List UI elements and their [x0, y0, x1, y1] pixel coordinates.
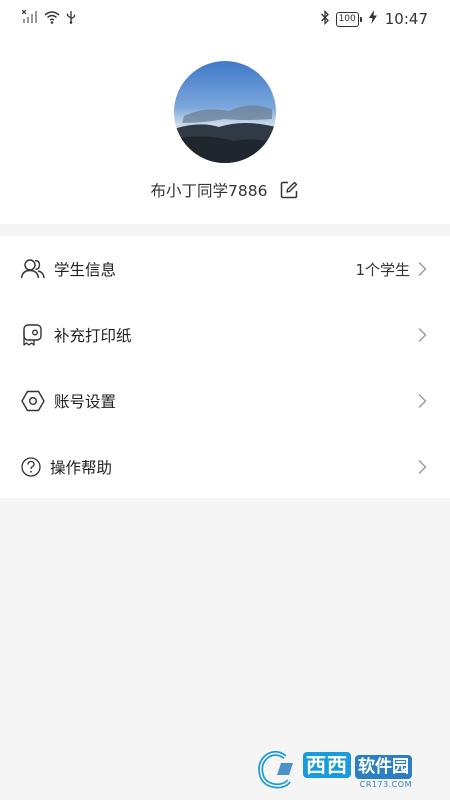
menu-item-account-settings[interactable]: 账号设置	[0, 368, 450, 434]
wifi-icon	[44, 10, 60, 28]
user-group-icon	[20, 256, 46, 282]
menu-item-help[interactable]: 操作帮助	[0, 434, 450, 500]
menu-label-help: 操作帮助	[50, 459, 113, 477]
hex-settings-icon	[20, 388, 46, 414]
profile-section: 布小丁同学7886	[0, 38, 450, 224]
battery-indicator: 100	[335, 11, 362, 27]
watermark-text: 西西 软件园 CR173.COM	[303, 751, 412, 789]
charging-icon	[368, 10, 377, 28]
status-bar: 100 10:47	[0, 0, 450, 38]
menu-list: 学生信息 1个学生 补充打印纸 账号设置 操作帮助	[0, 236, 450, 498]
clock: 10:47	[384, 10, 428, 28]
watermark-url: CR173.COM	[359, 779, 412, 789]
avatar[interactable]	[174, 61, 276, 163]
watermark-name-b: 软件园	[355, 754, 412, 779]
usb-icon	[66, 10, 76, 28]
username: 布小丁同学7886	[150, 182, 268, 200]
menu-item-student-info[interactable]: 学生信息 1个学生	[0, 236, 450, 302]
menu-item-refill-paper[interactable]: 补充打印纸	[0, 302, 450, 368]
watermark-logo-icon	[255, 749, 301, 791]
chevron-right-icon	[416, 261, 428, 277]
menu-label-refill-paper: 补充打印纸	[54, 327, 132, 345]
menu-label-student-info: 学生信息	[54, 261, 117, 279]
help-circle-icon	[20, 454, 42, 480]
watermark-name-a: 西西	[303, 751, 351, 778]
paper-roll-icon	[20, 322, 46, 348]
menu-label-account-settings: 账号设置	[54, 393, 117, 411]
student-count: 1个学生	[355, 260, 410, 279]
chevron-right-icon	[416, 459, 428, 475]
chevron-right-icon	[416, 393, 428, 409]
edit-icon[interactable]	[279, 180, 299, 200]
chevron-right-icon	[416, 327, 428, 343]
username-row: 布小丁同学7886	[0, 178, 450, 202]
watermark: 西西 软件园 CR173.COM	[255, 748, 431, 792]
signal-off-icon	[21, 9, 38, 28]
bluetooth-icon	[320, 9, 330, 29]
